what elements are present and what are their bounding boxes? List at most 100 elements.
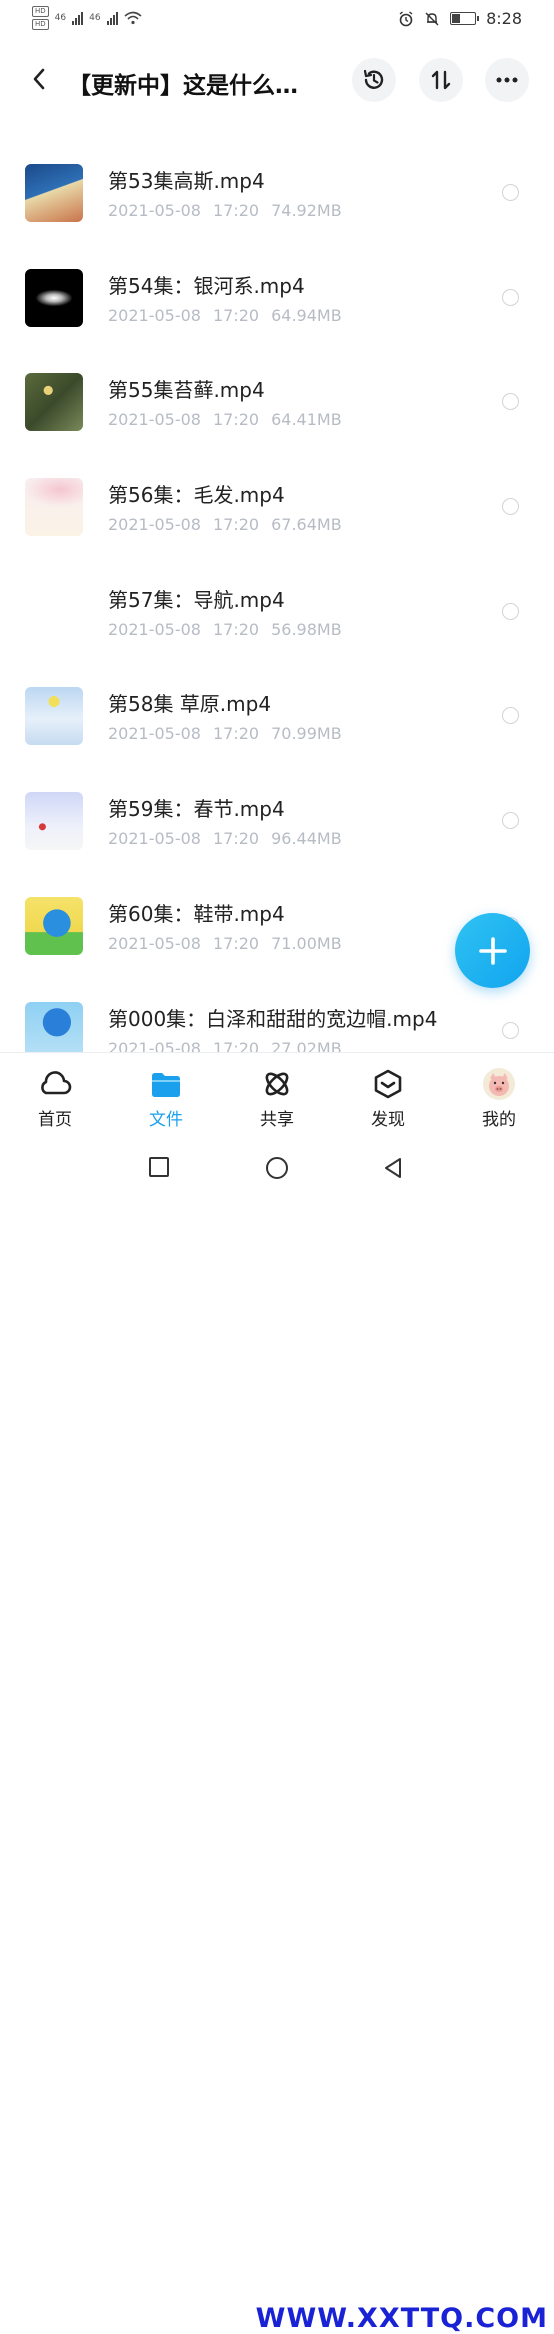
file-meta: 2021-05-08 17:20 70.99MB bbox=[108, 724, 354, 743]
hd-icon-1: HD bbox=[32, 6, 49, 17]
mute-bell-icon bbox=[425, 12, 439, 25]
file-name: 第56集：毛发.mp4 bbox=[108, 483, 285, 508]
video-thumbnail bbox=[25, 478, 83, 537]
video-thumbnail bbox=[25, 896, 83, 955]
recents-button[interactable] bbox=[148, 1156, 170, 1178]
nav-home[interactable]: 首页 bbox=[15, 1067, 95, 1130]
nav-profile-label: 我的 bbox=[482, 1110, 516, 1130]
select-radio[interactable] bbox=[502, 602, 519, 620]
select-radio[interactable] bbox=[502, 288, 519, 306]
file-meta: 2021-05-08 17:20 71.00MB bbox=[108, 934, 354, 953]
file-time: 17:20 bbox=[212, 829, 260, 849]
file-name: 第000集：白泽和甜甜的宽边帽.mp4 bbox=[108, 1006, 438, 1031]
file-time: 17:20 bbox=[212, 619, 260, 639]
file-name: 第57集：导航.mp4 bbox=[108, 587, 285, 612]
file-row[interactable]: 第54集：银河系.mp4 2021-05-08 17:20 64.94MB bbox=[0, 230, 554, 335]
nav-discover[interactable]: 发现 bbox=[348, 1067, 428, 1130]
home-button[interactable] bbox=[265, 1156, 289, 1180]
file-row[interactable]: 第57集：导航.mp4 2021-05-08 17:20 56.98MB bbox=[0, 544, 554, 649]
select-radio[interactable] bbox=[502, 707, 519, 725]
history-button[interactable] bbox=[352, 58, 396, 102]
more-icon bbox=[496, 77, 518, 83]
signal-icon-2 bbox=[106, 11, 118, 25]
file-time: 17:20 bbox=[212, 410, 260, 430]
file-size: 64.94MB bbox=[271, 305, 342, 325]
file-meta: 2021-05-08 17:20 56.98MB bbox=[108, 620, 354, 639]
video-thumbnail bbox=[25, 582, 83, 641]
discover-box-icon bbox=[374, 1069, 402, 1099]
video-thumbnail bbox=[25, 687, 83, 746]
select-radio[interactable] bbox=[502, 1021, 519, 1039]
select-radio[interactable] bbox=[502, 812, 519, 830]
video-thumbnail bbox=[25, 164, 83, 222]
more-button[interactable] bbox=[485, 58, 529, 102]
nav-files[interactable]: 文件 bbox=[126, 1067, 206, 1130]
file-name: 第53集高斯.mp4 bbox=[108, 169, 265, 193]
file-date: 2021-05-08 bbox=[108, 410, 201, 430]
avatar-icon bbox=[483, 1068, 515, 1100]
watermark: WWW.XXTTQ.COM bbox=[255, 2303, 548, 2334]
file-row[interactable]: 第59集：春节.mp4 2021-05-08 17:20 96.44MB bbox=[0, 753, 554, 858]
file-meta: 2021-05-08 17:20 74.92MB bbox=[108, 201, 354, 220]
file-size: 70.99MB bbox=[271, 724, 342, 744]
file-date: 2021-05-08 bbox=[108, 201, 201, 220]
file-time: 17:20 bbox=[212, 201, 260, 220]
select-radio[interactable] bbox=[502, 498, 519, 516]
file-row[interactable]: 第55集苔藓.mp4 2021-05-08 17:20 64.41MB bbox=[0, 334, 554, 439]
file-name: 第58集 草原.mp4 bbox=[108, 692, 272, 717]
file-name: 第55集苔藓.mp4 bbox=[108, 378, 265, 403]
file-row[interactable]: 第56集：毛发.mp4 2021-05-08 17:20 67.64MB bbox=[0, 439, 554, 544]
hd-icons: HD HD bbox=[32, 6, 49, 30]
nav-home-label: 首页 bbox=[38, 1110, 72, 1130]
alarm-icon bbox=[399, 10, 413, 26]
battery-icon bbox=[450, 12, 480, 25]
file-date: 2021-05-08 bbox=[108, 515, 201, 535]
file-date: 2021-05-08 bbox=[108, 933, 201, 953]
video-thumbnail bbox=[25, 268, 83, 327]
file-name: 第54集：银河系.mp4 bbox=[108, 273, 305, 298]
back-nav-button[interactable] bbox=[382, 1156, 404, 1180]
status-right: 8:28 bbox=[398, 9, 522, 28]
plus-icon bbox=[478, 936, 507, 965]
video-thumbnail bbox=[25, 373, 83, 432]
file-date: 2021-05-08 bbox=[108, 619, 201, 639]
file-meta: 2021-05-08 17:20 96.44MB bbox=[108, 829, 354, 848]
file-row[interactable]: 第58集 草原.mp4 2021-05-08 17:20 70.99MB bbox=[0, 648, 554, 753]
network-indicators: HD HD 46 46 bbox=[32, 6, 142, 30]
home-cloud-icon bbox=[41, 1071, 72, 1095]
history-icon bbox=[363, 69, 384, 89]
file-date: 2021-05-08 bbox=[108, 305, 201, 325]
sort-button[interactable] bbox=[419, 58, 463, 102]
signal-icon-1 bbox=[72, 11, 84, 25]
file-name: 第60集：鞋带.mp4 bbox=[108, 901, 285, 926]
add-button[interactable] bbox=[455, 913, 530, 988]
video-thumbnail bbox=[25, 792, 83, 851]
file-meta: 2021-05-08 17:20 64.94MB bbox=[108, 306, 354, 325]
select-radio[interactable] bbox=[502, 393, 519, 411]
file-size: 56.98MB bbox=[271, 619, 342, 639]
folder-icon bbox=[152, 1073, 180, 1097]
page-title: 【更新中】这是什么… bbox=[68, 73, 298, 99]
hd-icon-2: HD bbox=[32, 19, 49, 30]
file-date: 2021-05-08 bbox=[108, 829, 201, 849]
file-size: 67.64MB bbox=[271, 515, 342, 535]
file-time: 17:20 bbox=[212, 515, 260, 535]
network-type-1: 46 bbox=[54, 13, 67, 23]
wifi-icon bbox=[124, 11, 142, 25]
file-size: 64.41MB bbox=[271, 410, 342, 430]
file-time: 17:20 bbox=[212, 933, 260, 953]
file-row[interactable]: 第53集高斯.mp4 2021-05-08 17:20 74.92MB bbox=[0, 125, 554, 230]
nav-profile[interactable]: 我的 bbox=[459, 1067, 539, 1130]
bottom-nav: 首页 文件 共享 发现 我的 bbox=[0, 1052, 554, 1139]
file-size: 71.00MB bbox=[271, 933, 342, 953]
nav-share[interactable]: 共享 bbox=[237, 1067, 317, 1130]
chevron-left-icon bbox=[33, 68, 45, 90]
select-radio[interactable] bbox=[502, 184, 519, 201]
status-bar: HD HD 46 46 8:28 bbox=[0, 0, 554, 40]
nav-files-label: 文件 bbox=[149, 1110, 183, 1130]
nav-discover-label: 发现 bbox=[371, 1110, 405, 1130]
file-name: 第59集：春节.mp4 bbox=[108, 797, 285, 822]
file-size: 96.44MB bbox=[271, 829, 342, 849]
back-button[interactable] bbox=[22, 62, 56, 96]
file-size: 74.92MB bbox=[271, 201, 342, 220]
